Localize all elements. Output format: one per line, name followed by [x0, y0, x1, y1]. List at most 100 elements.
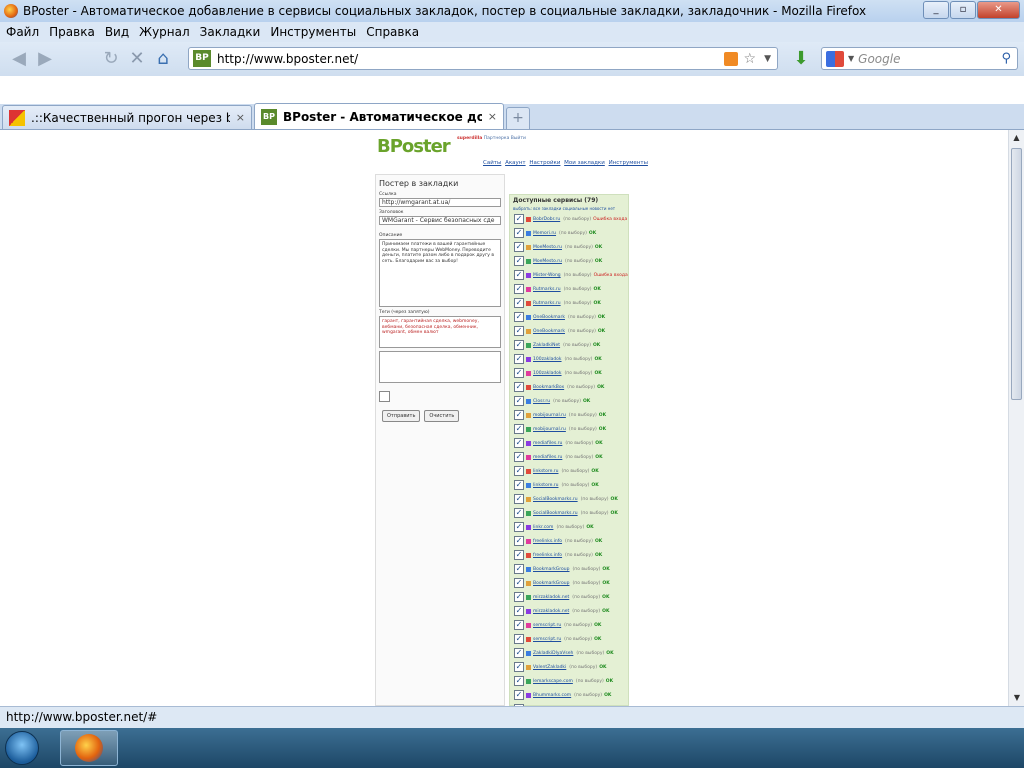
service-checkbox[interactable]: ✓ — [514, 578, 524, 588]
service-checkbox[interactable]: ✓ — [514, 410, 524, 420]
close-tab-icon[interactable]: × — [488, 110, 497, 123]
service-checkbox[interactable]: ✓ — [514, 340, 524, 350]
service-name[interactable]: semscript.ru — [533, 637, 561, 642]
service-checkbox[interactable]: ✓ — [514, 466, 524, 476]
service-checkbox[interactable]: ✓ — [514, 550, 524, 560]
clear-button[interactable]: Очистить — [424, 410, 460, 422]
scroll-thumb[interactable] — [1011, 148, 1022, 400]
menu-edit[interactable]: Правка — [49, 25, 95, 39]
service-checkbox[interactable]: ✓ — [514, 648, 524, 658]
service-checkbox[interactable]: ✓ — [514, 312, 524, 322]
scroll-down-icon[interactable]: ▼ — [1009, 690, 1024, 706]
service-name[interactable]: freelinks.info — [533, 539, 562, 544]
service-name[interactable]: SocialBookmarks.ru — [533, 497, 578, 502]
service-name[interactable]: ValentZakladki — [533, 665, 566, 670]
service-checkbox[interactable]: ✓ — [514, 494, 524, 504]
service-checkbox[interactable]: ✓ — [514, 368, 524, 378]
service-name[interactable]: Mister-Wong — [533, 273, 561, 278]
address-bar[interactable]: BP http://www.bposter.net/ ☆ ▼ — [188, 47, 778, 70]
description-field[interactable]: Принимаем платежи в вашей гарантийные сд… — [379, 239, 501, 307]
service-checkbox[interactable]: ✓ — [514, 662, 524, 672]
service-name[interactable]: BookmarkGroup — [533, 581, 570, 586]
site-identity-icon[interactable]: BP — [193, 50, 211, 67]
service-name[interactable]: Memori.ru — [533, 231, 556, 236]
service-name[interactable]: BookmarkGroup — [533, 567, 570, 572]
service-name[interactable]: linkstore.ru — [533, 469, 558, 474]
service-name[interactable]: linkstore.ru — [533, 483, 558, 488]
bposter-logo[interactable]: BPoster — [377, 136, 451, 157]
service-checkbox[interactable]: ✓ — [514, 522, 524, 532]
send-button[interactable]: Отправить — [382, 410, 421, 422]
service-checkbox[interactable]: ✓ — [514, 480, 524, 490]
engine-dropdown-icon[interactable]: ▼ — [848, 54, 854, 63]
service-checkbox[interactable]: ✓ — [514, 620, 524, 630]
history-dropdown-icon[interactable]: ▼ — [764, 54, 771, 64]
service-checkbox[interactable]: ✓ — [514, 606, 524, 616]
menu-file[interactable]: Файл — [6, 25, 39, 39]
service-name[interactable]: Rutmarks.ru — [533, 287, 561, 292]
new-tab-button[interactable]: + — [506, 107, 530, 129]
search-bar[interactable]: ▼ Google ⚲ — [821, 47, 1018, 70]
service-name[interactable]: OneBookmark — [533, 315, 565, 320]
service-name[interactable]: Bhummarks.com — [533, 693, 571, 698]
maximize-button[interactable]: ▫ — [950, 1, 976, 19]
nav-sites[interactable]: Сайты — [483, 160, 501, 166]
service-checkbox[interactable]: ✓ — [514, 690, 524, 700]
service-checkbox[interactable]: ✓ — [514, 536, 524, 546]
taskbar-firefox-button[interactable] — [60, 730, 118, 766]
stop-icon[interactable]: ✕ — [124, 46, 150, 72]
username[interactable]: superdilla — [457, 136, 482, 141]
google-icon[interactable] — [826, 50, 844, 67]
service-checkbox[interactable]: ✓ — [514, 508, 524, 518]
service-checkbox[interactable]: ✓ — [514, 354, 524, 364]
service-checkbox[interactable]: ✓ — [514, 396, 524, 406]
tab-bposter-prohon[interactable]: .::Качественный прогон через bpo... × — [2, 105, 252, 129]
service-name[interactable]: BobrDobr.ru — [533, 217, 560, 222]
download-icon[interactable]: ⬇ — [790, 48, 812, 70]
service-name[interactable]: 100zakladok — [533, 371, 562, 376]
close-tab-icon[interactable]: × — [236, 111, 245, 124]
back-icon[interactable]: ◀ — [6, 46, 32, 72]
start-button[interactable] — [0, 728, 44, 768]
service-checkbox[interactable]: ✓ — [514, 270, 524, 280]
service-name[interactable]: semscript.ru — [533, 623, 561, 628]
search-icon[interactable]: ⚲ — [1001, 51, 1011, 66]
service-name[interactable]: mirzakladok.net — [533, 595, 569, 600]
menu-history[interactable]: Журнал — [139, 25, 190, 39]
service-name[interactable]: mediafiles.ru — [533, 441, 562, 446]
service-name[interactable]: mobijournal.ru — [533, 413, 566, 418]
service-checkbox[interactable]: ✓ — [514, 214, 524, 224]
service-name[interactable]: lemarkscape.com — [533, 679, 573, 684]
service-checkbox[interactable]: ✓ — [514, 382, 524, 392]
service-name[interactable]: Closr.ru — [533, 399, 550, 404]
nav-tools[interactable]: Инструменты — [609, 160, 648, 166]
service-name[interactable]: mobijournal.ru — [533, 427, 566, 432]
service-name[interactable]: 100zakladok — [533, 357, 562, 362]
service-checkbox[interactable]: ✓ — [514, 634, 524, 644]
service-checkbox[interactable]: ✓ — [514, 452, 524, 462]
forward-icon[interactable]: ▶ — [32, 46, 58, 72]
address-input[interactable]: http://www.bposter.net/ — [217, 52, 724, 66]
search-input[interactable]: Google — [858, 52, 1001, 66]
nav-settings[interactable]: Настройки — [529, 160, 560, 166]
service-name[interactable]: BookmarkBox — [533, 385, 564, 390]
service-name[interactable]: SocialBookmarks.ru — [533, 511, 578, 516]
service-name[interactable]: freelinks.info — [533, 553, 562, 558]
nav-account[interactable]: Акаунт — [505, 160, 526, 166]
service-name[interactable]: mediafiles.ru — [533, 455, 562, 460]
service-name[interactable]: ZakladkiNet — [533, 343, 560, 348]
scroll-up-icon[interactable]: ▲ — [1009, 130, 1024, 146]
service-name[interactable]: Rutmarks.ru — [533, 301, 561, 306]
menu-tools[interactable]: Инструменты — [270, 25, 356, 39]
url-field[interactable]: http://wmgarant.at.ua/ — [379, 198, 501, 207]
service-checkbox[interactable]: ✓ — [514, 676, 524, 686]
user-menu-links[interactable]: Партнерка Выйти — [484, 136, 526, 141]
vertical-scrollbar[interactable]: ▲ ▼ — [1008, 130, 1024, 706]
menu-help[interactable]: Справка — [366, 25, 419, 39]
service-name[interactable]: OneBookmark — [533, 329, 565, 334]
service-checkbox[interactable]: ✓ — [514, 228, 524, 238]
reload-icon[interactable]: ↻ — [98, 46, 124, 72]
service-checkbox[interactable]: ✓ — [514, 256, 524, 266]
service-checkbox[interactable]: ✓ — [514, 424, 524, 434]
close-window-button[interactable]: ✕ — [977, 1, 1020, 19]
